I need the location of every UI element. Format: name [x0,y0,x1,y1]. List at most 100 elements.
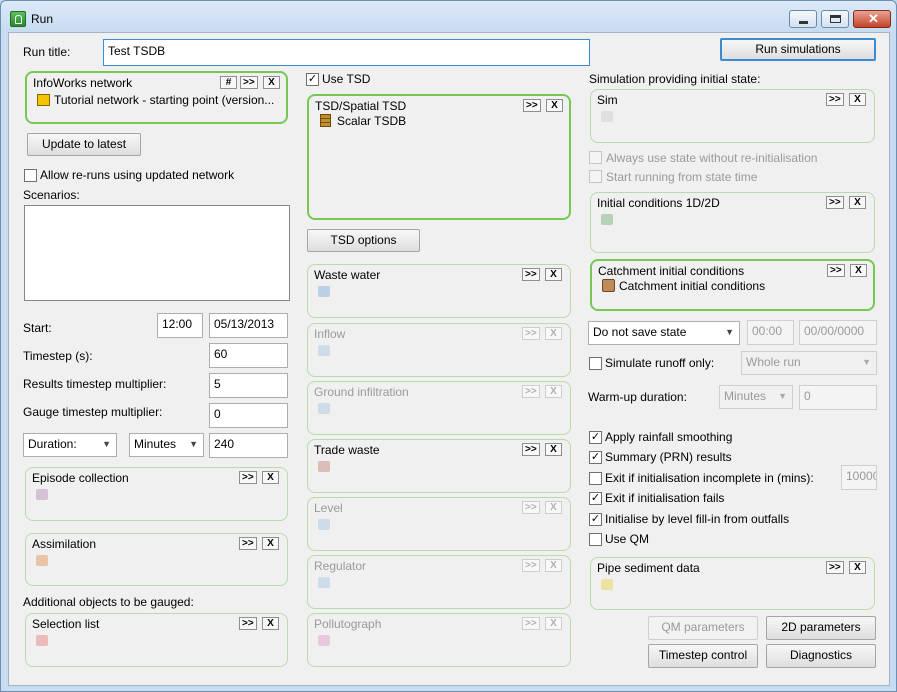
qm-parameters-button[interactable]: QM parameters [648,616,758,640]
additional-objects-label: Additional objects to be gauged: [23,595,194,609]
tsd-options-button[interactable]: TSD options [307,229,420,252]
regulator-group[interactable]: Regulator >> X [307,555,571,609]
start-time-input[interactable]: 12:00 [157,313,203,338]
pipe-sediment-group[interactable]: Pipe sediment data >> X [590,557,875,610]
simulate-runoff-checkbox[interactable] [589,357,602,370]
sim-expand-button[interactable]: >> [826,93,844,106]
duration-type-select[interactable]: Duration: ▼ [23,433,117,457]
episode-clear-button[interactable]: X [262,471,279,484]
run-simulations-button[interactable]: Run simulations [720,38,876,61]
infoworks-clear-button[interactable]: X [263,76,280,89]
waste-water-group[interactable]: Waste water >> X [307,264,571,318]
tsd-expand-button[interactable]: >> [523,99,541,112]
pipe-sediment-clear-button[interactable]: X [849,561,866,574]
tsd-clear-button[interactable]: X [546,99,563,112]
trade-waste-group[interactable]: Trade waste >> X [307,439,571,493]
pollutograph-expand-button[interactable]: >> [522,617,540,630]
scenarios-list[interactable] [24,205,290,301]
catchment-clear-button[interactable]: X [850,264,867,277]
start-running-checkbox[interactable] [589,170,602,183]
regulator-clear-button[interactable]: X [545,559,562,572]
episode-expand-button[interactable]: >> [239,471,257,484]
level-expand-button[interactable]: >> [522,501,540,514]
title-bar[interactable]: Run ✕ [1,1,896,31]
maximize-button[interactable] [821,10,849,28]
ground-infiltration-expand-button[interactable]: >> [522,385,540,398]
infoworks-network-item[interactable]: Tutorial network - starting point (versi… [54,93,274,107]
pipe-sediment-expand-button[interactable]: >> [826,561,844,574]
runoff-period-select[interactable]: Whole run ▼ [741,351,877,375]
timestep-control-button[interactable]: Timestep control [648,644,758,668]
trade-waste-clear-button[interactable]: X [545,443,562,456]
diagnostics-button[interactable]: Diagnostics [766,644,876,668]
selection-clear-button[interactable]: X [262,617,279,630]
duration-input[interactable]: 240 [209,433,288,458]
gauge-mult-input[interactable]: 0 [209,403,288,428]
trade-waste-expand-button[interactable]: >> [522,443,540,456]
assimilation-expand-button[interactable]: >> [239,537,257,550]
summary-prn-checkbox[interactable]: ✓ [589,451,602,464]
pollutograph-group[interactable]: Pollutograph >> X [307,613,571,667]
assimilation-group[interactable]: Assimilation >> X [25,533,288,586]
minimize-button[interactable] [789,10,817,28]
update-to-latest-button[interactable]: Update to latest [27,133,141,156]
assimilation-title: Assimilation [32,537,97,551]
level-fill-in-checkbox[interactable]: ✓ [589,513,602,526]
use-qm-checkbox[interactable] [589,533,602,546]
initial-conditions-group[interactable]: Initial conditions 1D/2D >> X [590,192,875,253]
close-button[interactable]: ✕ [853,10,891,28]
infoworks-hash-button[interactable]: # [220,76,237,89]
warmup-input[interactable]: 0 [799,385,877,410]
catchment-expand-button[interactable]: >> [827,264,845,277]
inflow-expand-button[interactable]: >> [522,327,540,340]
run-title-input[interactable]: Test TSDB [103,39,590,66]
save-state-date-input[interactable]: 00/00/0000 [799,320,877,345]
selection-list-group[interactable]: Selection list >> X [25,613,288,667]
episode-collection-group[interactable]: Episode collection >> X [25,467,288,521]
exit-incomplete-checkbox[interactable] [589,472,602,485]
ground-infiltration-group[interactable]: Ground infiltration >> X [307,381,571,435]
inflow-clear-button[interactable]: X [545,327,562,340]
warmup-unit-select[interactable]: Minutes ▼ [719,385,793,409]
infoworks-network-group[interactable]: InfoWorks network # >> X Tutorial networ… [25,71,288,124]
catchment-item[interactable]: Catchment initial conditions [619,279,765,293]
exit-fails-checkbox[interactable]: ✓ [589,492,602,505]
results-mult-label: Results timestep multiplier: [23,377,167,391]
inflow-group[interactable]: Inflow >> X [307,323,571,377]
assimilation-clear-button[interactable]: X [262,537,279,550]
sim-group[interactable]: Sim >> X [590,89,875,143]
tsd-spatial-item[interactable]: Scalar TSDB [337,114,406,128]
use-tsd-checkbox[interactable]: ✓ [306,73,319,86]
save-state-time-input[interactable]: 00:00 [747,320,794,345]
waste-water-expand-button[interactable]: >> [522,268,540,281]
rainfall-smoothing-checkbox[interactable]: ✓ [589,431,602,444]
initial-conditions-clear-button[interactable]: X [849,196,866,209]
catchment-group[interactable]: Catchment initial conditions >> X Catchm… [590,259,875,311]
duration-type-value: Duration: [28,437,77,451]
exit-incomplete-input[interactable]: 10000 [841,465,877,490]
minimize-icon [799,21,808,24]
level-group[interactable]: Level >> X [307,497,571,551]
timestep-input[interactable]: 60 [209,343,288,368]
level-clear-button[interactable]: X [545,501,562,514]
sim-initial-label: Simulation providing initial state: [589,72,761,86]
allow-reruns-checkbox[interactable] [24,169,37,182]
chevron-down-icon: ▼ [725,327,734,337]
results-mult-input[interactable]: 5 [209,373,288,398]
start-date-input[interactable]: 05/13/2013 [209,313,288,338]
regulator-expand-button[interactable]: >> [522,559,540,572]
duration-unit-select[interactable]: Minutes ▼ [129,433,204,457]
inflow-title: Inflow [314,327,346,341]
sim-clear-button[interactable]: X [849,93,866,106]
ground-infiltration-clear-button[interactable]: X [545,385,562,398]
2d-parameters-button[interactable]: 2D parameters [766,616,876,640]
initial-conditions-icon [601,214,613,225]
tsd-spatial-group[interactable]: TSD/Spatial TSD >> X Scalar TSDB [307,94,571,220]
save-state-select[interactable]: Do not save state ▼ [588,321,740,345]
pollutograph-clear-button[interactable]: X [545,617,562,630]
always-use-state-checkbox[interactable] [589,151,602,164]
selection-expand-button[interactable]: >> [239,617,257,630]
initial-conditions-expand-button[interactable]: >> [826,196,844,209]
waste-water-clear-button[interactable]: X [545,268,562,281]
infoworks-expand-button[interactable]: >> [240,76,258,89]
